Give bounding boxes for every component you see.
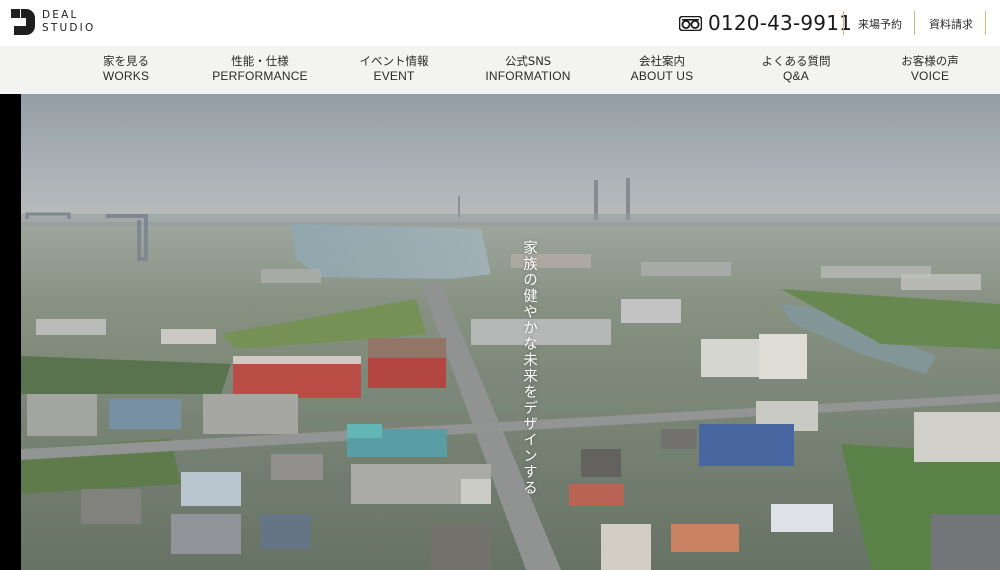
nav-item-information[interactable]: 公式SNS INFORMATION bbox=[483, 54, 573, 84]
nav-item-ja: 会社案内 bbox=[639, 54, 685, 68]
nav-item-en: Q&A bbox=[783, 69, 809, 83]
nav-item-qa[interactable]: よくある質問 Q&A bbox=[752, 54, 840, 84]
main-nav: 家を見る WORKS 性能・仕様 PERFORMANCE イベント情報 EVEN… bbox=[0, 46, 1000, 94]
nav-item-voice[interactable]: お客様の声 VOICE bbox=[892, 54, 968, 84]
logo-mark-icon bbox=[11, 9, 35, 35]
nav-item-ja: よくある質問 bbox=[761, 54, 831, 68]
nav-item-en: ABOUT US bbox=[630, 69, 694, 83]
logo-line-2: STUDIO bbox=[42, 22, 96, 34]
freedial-icon bbox=[678, 15, 703, 31]
nav-item-performance[interactable]: 性能・仕様 PERFORMANCE bbox=[210, 54, 310, 84]
logo[interactable]: DEAL STUDIO bbox=[11, 9, 95, 35]
aerial-city-photo bbox=[21, 94, 1000, 570]
phone-number: 0120-43-9911 bbox=[708, 11, 853, 35]
nav-item-en: EVENT bbox=[373, 69, 415, 83]
site-header: DEAL STUDIO 0120-43-9911 来場予約 資料請求 bbox=[0, 0, 1000, 46]
request-brochure-link[interactable]: 資料請求 bbox=[929, 16, 973, 32]
logo-text: DEAL STUDIO bbox=[42, 9, 95, 35]
nav-item-ja: イベント情報 bbox=[359, 54, 429, 68]
nav-item-event[interactable]: イベント情報 EVENT bbox=[349, 54, 439, 84]
logo-line-1: DEAL bbox=[42, 9, 79, 21]
nav-item-en: INFORMATION bbox=[485, 69, 571, 83]
nav-item-en: WORKS bbox=[102, 69, 150, 83]
nav-item-ja: 公式SNS bbox=[504, 54, 552, 68]
visit-reservation-link[interactable]: 来場予約 bbox=[858, 16, 902, 32]
nav-item-ja: お客様の声 bbox=[901, 54, 959, 68]
nav-item-en: PERFORMANCE bbox=[212, 69, 308, 83]
nav-item-about-us[interactable]: 会社案内 ABOUT US bbox=[622, 54, 702, 84]
nav-item-en: VOICE bbox=[910, 69, 950, 83]
header-divider bbox=[843, 11, 844, 35]
hero-tagline: 家族の健やかな未来をデザインする bbox=[521, 240, 537, 496]
nav-item-ja: 家を見る bbox=[103, 54, 149, 68]
nav-item-ja: 性能・仕様 bbox=[231, 54, 289, 68]
phone-contact[interactable]: 0120-43-9911 bbox=[678, 11, 853, 35]
header-divider bbox=[914, 11, 915, 35]
hero-image bbox=[21, 94, 1000, 570]
hero-left-strip bbox=[0, 94, 21, 570]
header-divider bbox=[985, 11, 986, 35]
nav-item-works[interactable]: 家を見る WORKS bbox=[86, 54, 166, 84]
